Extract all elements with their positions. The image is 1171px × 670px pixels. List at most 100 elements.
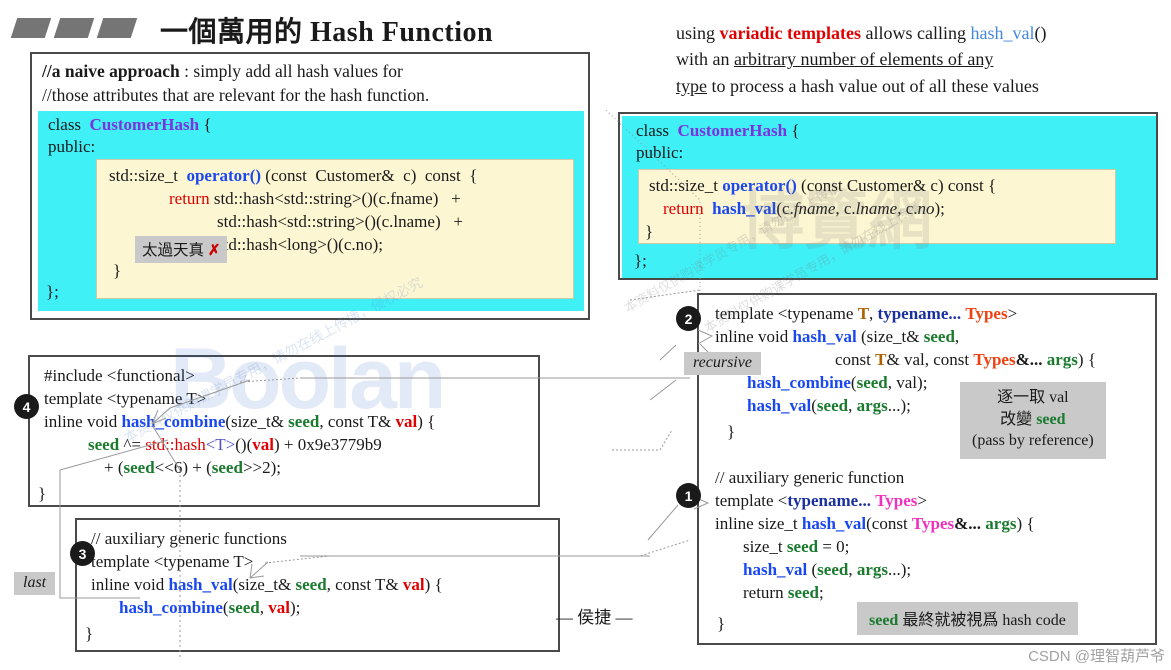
- arg-a: (c.: [776, 199, 794, 218]
- type-T-2: T: [875, 350, 887, 369]
- last-template-line: template <typename T>: [91, 552, 254, 571]
- intro-line-2: with an arbitrary number of elements of …: [676, 46, 1156, 72]
- intro-l2-a: with an: [676, 49, 734, 70]
- note-seed-token: seed: [869, 612, 899, 629]
- call-c: );: [290, 598, 301, 617]
- variadic-return-line: return hash_val(c.fname, c.lname, c.no);: [663, 198, 945, 220]
- arg-lname: lname: [855, 199, 898, 218]
- naive-comment-line-2: //those attributes that are relevant for…: [42, 84, 430, 105]
- intro-l3-b: to process a hash value out of all these…: [707, 75, 1039, 96]
- combine-include-line: #include <functional>: [44, 366, 195, 385]
- keyword-class: class: [48, 115, 82, 134]
- seed-token: seed: [88, 435, 120, 454]
- note-byref-seed: seed: [1036, 410, 1066, 428]
- intro-variadic-templates: variadic templates: [719, 23, 861, 43]
- naive-inner-close-brace: }: [113, 261, 122, 280]
- param-seed: seed: [923, 327, 955, 346]
- tmpl-a2: template <: [715, 491, 788, 510]
- parallelogram-3: [96, 18, 138, 38]
- recursive-hash-val-call: hash_val(seed, args...);: [747, 395, 911, 417]
- inline-void: inline void: [715, 327, 793, 346]
- naive-return-line-1: return std::hash<std::string>()(c.fname)…: [169, 188, 461, 210]
- pack-amp-2: &...: [954, 514, 982, 533]
- arg-fname: fname: [793, 199, 836, 218]
- badge-4: 4: [14, 394, 39, 419]
- arg-args: args: [856, 396, 888, 415]
- arg-seed: seed: [228, 598, 260, 617]
- class-name: CustomerHash: [89, 115, 200, 134]
- return-kw: return: [743, 583, 788, 602]
- too-naive-tag: 太過天真 ✗: [135, 236, 228, 263]
- naive-operator-signature: std::size_t operator() (const Customer& …: [109, 165, 477, 187]
- param-close: ) {: [1077, 350, 1096, 369]
- param-b: , const T&: [319, 412, 396, 431]
- keyword-return: return: [663, 199, 704, 218]
- keyword-return: return: [169, 189, 210, 208]
- panel-variadic-version: class CustomerHash { public: std::size_t…: [618, 112, 1158, 280]
- naive-return-line-2: std::hash<std::string>()(c.lname) +: [217, 212, 463, 231]
- const-b: & val, const: [886, 350, 974, 369]
- naive-comment-block: //a naive approach : simply add all hash…: [42, 60, 429, 107]
- last-call-line: hash_combine(seed, val);: [119, 597, 300, 619]
- variadic-class-decl: class CustomerHash {: [636, 120, 800, 142]
- arg-val: val: [268, 598, 290, 617]
- arg-no: no: [917, 199, 935, 218]
- note-pass-by-reference: 逐一取 val 改變 seed (pass by reference): [960, 382, 1106, 459]
- author-signature: — 侯捷 —: [556, 608, 633, 627]
- cross-mark-icon: ✗: [207, 243, 221, 259]
- naive-access-specifier: public:: [48, 137, 96, 156]
- type-Types-3: Types: [875, 491, 918, 510]
- arg-seed: seed: [856, 373, 888, 392]
- operator-params: (const Customer& c) const {: [796, 176, 997, 195]
- auxiliary-return-line: return seed;: [743, 582, 824, 604]
- arg-args-2: args: [856, 560, 889, 579]
- typename-pack-2: typename...: [787, 491, 871, 510]
- call-hash-val-2: hash_val: [743, 560, 808, 579]
- brace-open: {: [791, 121, 800, 140]
- naive-class-block: class CustomerHash { public: std::size_t…: [38, 111, 584, 311]
- variadic-access-specifier: public:: [636, 143, 684, 162]
- note-byref-line-3: (pass by reference): [972, 432, 1094, 450]
- arg-seed-2: seed: [816, 396, 849, 415]
- seed-var: seed: [786, 537, 819, 556]
- val-token: val: [252, 435, 274, 454]
- recursive-signature-line-2: const T& val, const Types&... args) {: [835, 349, 1096, 371]
- intro-l1-c: allows calling: [860, 23, 971, 43]
- last-signature-line: inline void hash_val(size_t& seed, const…: [91, 574, 443, 596]
- brace-open: {: [203, 115, 212, 134]
- note-seed-hash-code: seed 最終就被視爲 hash code: [857, 602, 1078, 635]
- param-val: val: [395, 412, 418, 431]
- param-args-2: args: [985, 514, 1017, 533]
- panel-variadic-implementation: template <typename T, typename... Types>…: [697, 293, 1157, 645]
- tag-recursive: recursive: [684, 352, 761, 375]
- auxiliary-template-line: template <typename... Types>: [715, 490, 927, 512]
- param-a: (size_t&: [225, 412, 289, 431]
- param-seed: seed: [288, 412, 320, 431]
- param-val: val: [402, 575, 425, 594]
- tmpl-close: >: [917, 491, 927, 510]
- decorative-parallelograms: [10, 18, 138, 38]
- naive-comment-rest: : simply add all hash values for: [179, 61, 403, 81]
- title-row: 一個萬用的 Hash Function: [0, 6, 620, 50]
- note-byref-l2-a: 改變: [1000, 410, 1037, 428]
- watermark-csdn: CSDN @理智葫芦爷: [1028, 648, 1165, 665]
- call-open: ()(: [235, 435, 253, 454]
- too-naive-label: 太過天真: [142, 242, 205, 259]
- variadic-inner-close-brace: }: [645, 222, 654, 241]
- last-close-brace: }: [85, 624, 94, 643]
- intro-l1-a: using: [676, 23, 720, 43]
- intro-l1-e: (): [1034, 23, 1047, 43]
- recursive-template-line: template <typename T, typename... Types>: [715, 303, 1017, 325]
- badge-1: 1: [676, 483, 701, 508]
- call-b: ,: [259, 598, 269, 617]
- hash-expr-1: std::hash<std::string>()(c.fname) +: [209, 189, 461, 208]
- badge-2: 2: [676, 306, 701, 331]
- recursive-hash-combine-call: hash_combine(seed, val);: [747, 372, 927, 394]
- shift-c: >>2);: [242, 458, 281, 477]
- hash-val-call: hash_val: [712, 199, 777, 218]
- parallelogram-2: [53, 18, 95, 38]
- shift-a: + (: [104, 458, 124, 477]
- fn-hash-val: hash_val: [168, 575, 233, 594]
- return-type: std::size_t: [649, 176, 723, 195]
- call-hash-combine: hash_combine: [747, 373, 851, 392]
